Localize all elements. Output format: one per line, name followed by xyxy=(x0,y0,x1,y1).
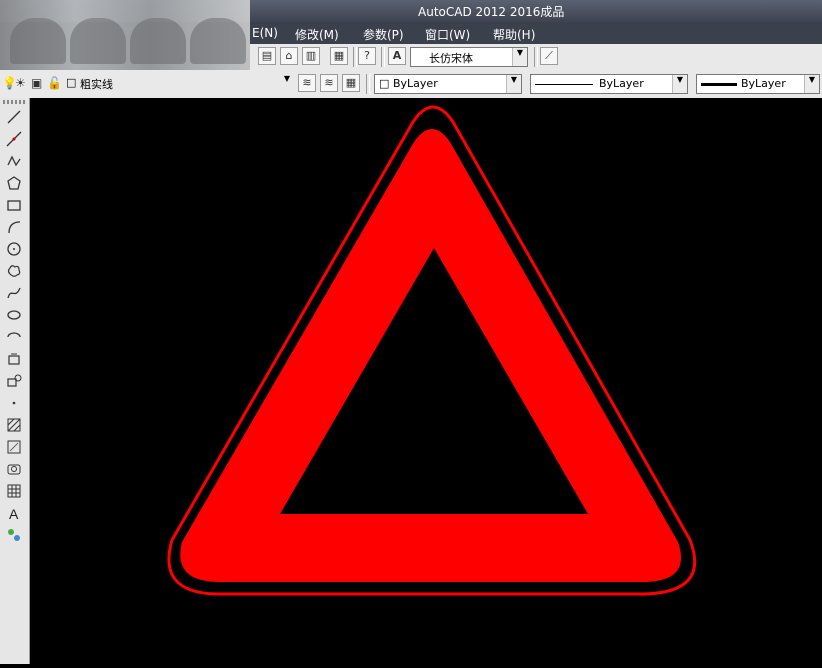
layer-previous-icon[interactable]: ▦ xyxy=(342,74,360,92)
lineweight-select[interactable]: ByLayer ▼ xyxy=(696,74,820,94)
chevron-down-icon: ▼ xyxy=(512,48,527,66)
color-swatch-icon: □ xyxy=(66,76,77,89)
make-block-icon[interactable] xyxy=(5,372,23,390)
help-icon[interactable]: ? xyxy=(358,47,376,65)
draw-toolbar: A xyxy=(0,98,30,664)
region-icon[interactable] xyxy=(5,460,23,478)
chevron-down-icon: ▼ xyxy=(672,75,687,93)
ellipse-arc-icon[interactable] xyxy=(5,328,23,346)
text-style-value: 长仿宋体 xyxy=(429,52,473,65)
warning-triangle-drawing xyxy=(167,105,697,596)
tool-palette-icon[interactable]: ▥ xyxy=(302,47,320,65)
chevron-down-icon: ▼ xyxy=(283,74,291,83)
layers-toolbar: 💡 ☀ ▣ 🔓 □ 粗实线 ▼ ≋ ≋ ▦ □ ByLayer ▼ ByLaye… xyxy=(0,70,822,99)
rectangle-icon[interactable] xyxy=(5,196,23,214)
lineweight-sample-icon xyxy=(701,83,737,86)
hatch-icon[interactable] xyxy=(5,416,23,434)
color-select[interactable]: □ ByLayer ▼ xyxy=(374,74,522,94)
dimension-style-icon[interactable]: ⟋ xyxy=(540,47,558,65)
revision-cloud-icon[interactable] xyxy=(5,262,23,280)
layer-select[interactable]: □ 粗实线 ▼ xyxy=(62,74,294,94)
color-value: ByLayer xyxy=(393,77,438,90)
calculator-icon[interactable]: ▦ xyxy=(330,47,348,65)
line-icon[interactable] xyxy=(5,108,23,126)
menu-help[interactable]: 帮助(H) xyxy=(493,26,535,43)
sun-icon: ☀ xyxy=(15,76,26,90)
spline-icon[interactable] xyxy=(5,284,23,302)
standard-toolbar: ▤ ⌂ ▥ ▦ ? A 长仿宋体 ▼ ⟋ xyxy=(250,44,822,71)
arc-icon[interactable] xyxy=(5,218,23,236)
chevron-down-icon: ▼ xyxy=(506,75,521,93)
color-swatch-icon: □ xyxy=(379,77,390,90)
linetype-select[interactable]: ByLayer ▼ xyxy=(530,74,688,94)
text-style-icon[interactable]: A xyxy=(388,47,406,65)
make-current-icon[interactable]: ≋ xyxy=(320,74,338,92)
chevron-down-icon: ▼ xyxy=(804,75,819,93)
polygon-icon[interactable] xyxy=(5,174,23,192)
layer-name: 粗实线 xyxy=(80,78,113,91)
circle-icon[interactable] xyxy=(5,240,23,258)
text-style-select[interactable]: 长仿宋体 ▼ xyxy=(410,47,528,67)
table-icon[interactable] xyxy=(5,482,23,500)
menu-modify[interactable]: 修改(M) xyxy=(295,26,339,43)
properties-icon[interactable]: ▤ xyxy=(258,47,276,65)
linetype-sample-icon xyxy=(535,84,593,85)
point-icon[interactable] xyxy=(5,394,23,412)
toolbar-separator xyxy=(381,47,385,67)
drawing-canvas[interactable] xyxy=(30,98,822,664)
toolbar-separator xyxy=(366,74,370,94)
toolbar-grip[interactable] xyxy=(3,100,25,104)
insert-block-icon[interactable] xyxy=(5,350,23,368)
multiline-text-icon[interactable]: A xyxy=(5,504,23,522)
add-selected-icon[interactable] xyxy=(5,526,23,544)
menu-params[interactable]: 参数(P) xyxy=(363,26,404,43)
lock-icon: 🔓 xyxy=(47,76,62,90)
menu-bar: E(N) 修改(M) 参数(P) 窗口(W) 帮助(H) xyxy=(250,22,822,44)
design-center-icon[interactable]: ⌂ xyxy=(280,47,298,65)
toolbar-separator xyxy=(353,47,357,67)
construction-line-icon[interactable] xyxy=(5,130,23,148)
toolbar-separator xyxy=(534,47,538,67)
layer-properties-icon[interactable]: ≋ xyxy=(298,74,316,92)
gradient-icon[interactable] xyxy=(5,438,23,456)
svg-text:A: A xyxy=(9,506,19,521)
menu-window[interactable]: 窗口(W) xyxy=(425,26,470,43)
menu-edit[interactable]: E(N) xyxy=(252,26,278,40)
ellipse-icon[interactable] xyxy=(5,306,23,324)
app-title: AutoCAD 2012 2016成品 xyxy=(418,5,565,19)
quick-access-ghost xyxy=(0,0,250,70)
lineweight-value: ByLayer xyxy=(741,77,786,90)
freeze-viewport-icon: ▣ xyxy=(31,76,43,90)
linetype-value: ByLayer xyxy=(599,77,644,90)
polyline-icon[interactable] xyxy=(5,152,23,170)
